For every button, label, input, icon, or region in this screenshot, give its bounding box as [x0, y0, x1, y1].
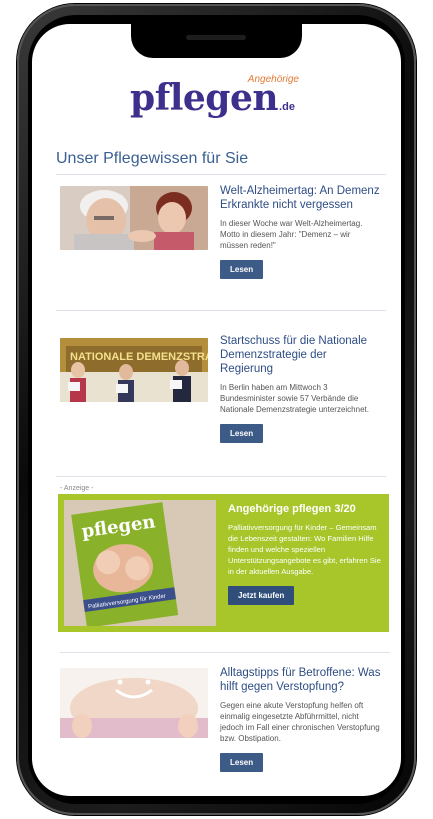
article-title[interactable]: Startschuss für die Nationale Demenzstra…	[220, 334, 380, 376]
magazine-cover-image[interactable]: pflegen Palliativversorgung für Kinder	[64, 500, 216, 628]
article-image-seniors[interactable]	[60, 186, 208, 250]
site-logo[interactable]: pflegen.de Angehörige	[32, 74, 401, 128]
article-teaser: Gegen eine akute Verstopfung helfen oft …	[220, 701, 380, 743]
article-teaser: In dieser Woche war Welt-Alzheimertag. M…	[220, 219, 363, 250]
buy-now-button[interactable]: Jetzt kaufen	[228, 586, 295, 605]
article-image-belly[interactable]	[60, 668, 208, 738]
article-divider	[60, 652, 390, 653]
article-title[interactable]: Alltagstipps für Betroffene: Was hilft g…	[220, 666, 382, 694]
read-button[interactable]: Lesen	[220, 753, 264, 772]
ad-label: - Anzeige -	[60, 485, 94, 492]
section-divider	[56, 174, 386, 175]
banner-text: NATIONALE DEMENZSTRA	[70, 351, 208, 363]
logo-tagline: Angehörige	[247, 74, 299, 85]
section-title: Unser Pflegewissen für Sie	[56, 150, 249, 167]
ad-cover-backdrop: pflegen Palliativversorgung für Kinder	[64, 500, 216, 628]
article-teaser: In Berlin haben am Mittwoch 3 Bundesmini…	[220, 383, 369, 414]
ad-banner[interactable]: pflegen Palliativversorgung für Kinder A…	[58, 494, 389, 632]
article-content: Alltagstipps für Betroffene: Was hilft g…	[220, 666, 382, 772]
article-card-verstopfung: Alltagstipps für Betroffene: Was hilft g…	[56, 666, 386, 786]
read-button[interactable]: Lesen	[220, 424, 264, 443]
ad-title[interactable]: Angehörige pflegen 3/20	[228, 502, 384, 516]
article-title[interactable]: Welt-Alzheimertag: An Demenz Erkrankte n…	[220, 184, 380, 212]
phone-notch	[131, 24, 302, 58]
article-divider	[56, 476, 386, 477]
ad-content: Angehörige pflegen 3/20 Palliativversorg…	[228, 502, 384, 605]
article-content: Startschuss für die Nationale Demenzstra…	[220, 334, 380, 443]
article-content: Welt-Alzheimertag: An Demenz Erkrankte n…	[220, 184, 380, 279]
article-image-ministers[interactable]: NATIONALE DEMENZSTRA	[60, 338, 208, 402]
logo-tld: .de	[279, 101, 295, 113]
read-button[interactable]: Lesen	[220, 260, 264, 279]
ad-teaser: Palliativversorgung für Kinder – Gemeins…	[228, 523, 381, 576]
article-divider	[56, 310, 386, 311]
